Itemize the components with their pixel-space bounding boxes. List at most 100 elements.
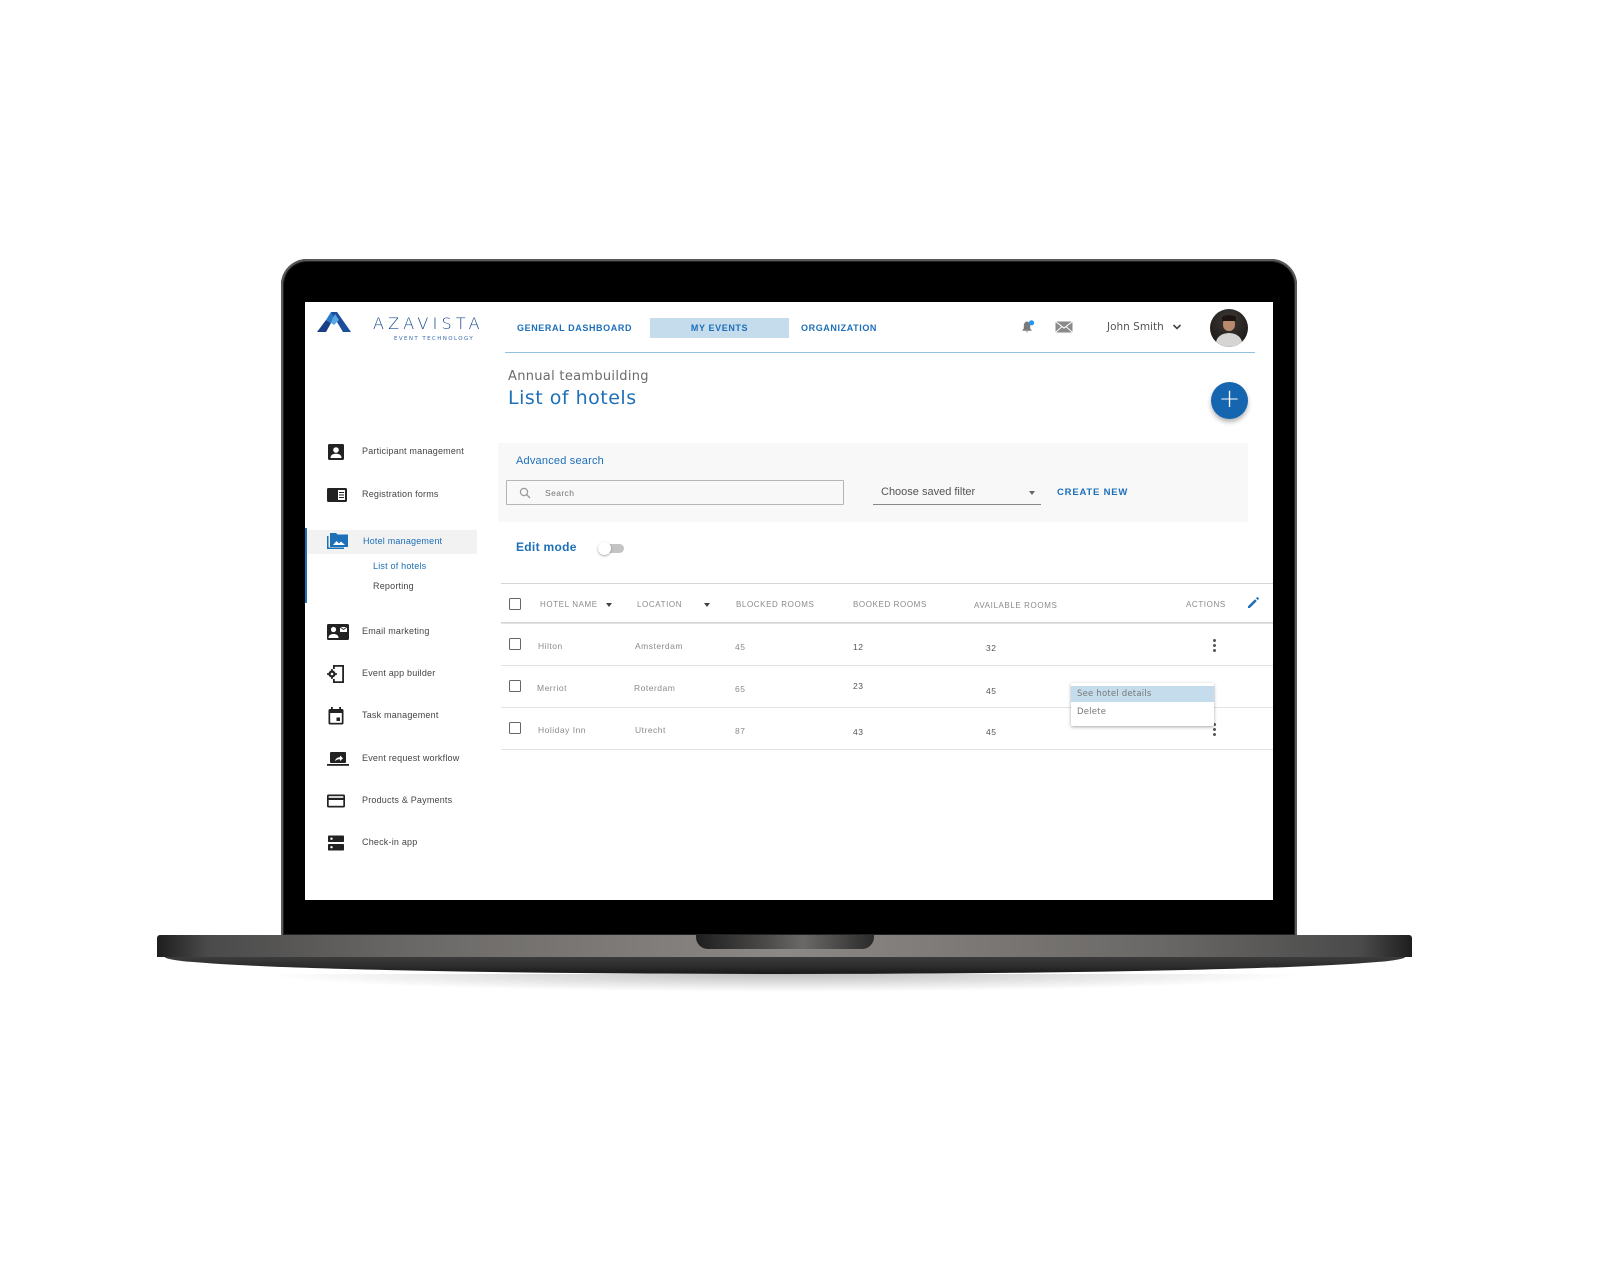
pencil-icon[interactable] bbox=[1246, 596, 1260, 610]
row-checkbox[interactable] bbox=[509, 638, 521, 650]
chevron-down-icon[interactable] bbox=[1171, 321, 1183, 333]
sidebar-item-label: Check-in app bbox=[362, 837, 418, 847]
sidebar-subitem-list-of-hotels[interactable]: List of hotels bbox=[373, 561, 426, 571]
search-input[interactable] bbox=[545, 484, 835, 502]
cell-booked-rooms: 43 bbox=[853, 727, 864, 737]
app-screen: AZAVISTA EVENT TECHNOLOGY GENERAL DASHBO… bbox=[305, 302, 1273, 900]
search-icon bbox=[519, 487, 531, 499]
event-name: Annual teambuilding bbox=[508, 369, 649, 384]
tab-organization[interactable]: ORGANIZATION bbox=[789, 318, 889, 338]
menu-item-see-hotel-details[interactable]: See hotel details bbox=[1071, 686, 1214, 702]
azavista-logo-icon bbox=[317, 312, 351, 332]
mail-icon[interactable] bbox=[1055, 321, 1073, 333]
add-hotel-button[interactable]: + bbox=[1211, 382, 1248, 419]
cell-hotel-name: Holiday Inn bbox=[538, 725, 587, 735]
row-checkbox[interactable] bbox=[509, 680, 521, 692]
cell-available-rooms: 45 bbox=[986, 727, 997, 737]
laptop-base-lip bbox=[165, 957, 1405, 974]
sidebar-item-label: Task management bbox=[362, 710, 439, 720]
form-icon bbox=[327, 488, 347, 502]
row-actions-menu: See hotel details Delete bbox=[1071, 683, 1214, 726]
column-header-location[interactable]: LOCATION bbox=[637, 600, 711, 609]
sidebar-item-check-in-app[interactable]: Check-in app bbox=[305, 831, 477, 855]
advanced-search-panel: Advanced search Choose saved filter CREA… bbox=[498, 443, 1248, 522]
laptop-notch bbox=[696, 935, 874, 949]
cell-booked-rooms: 12 bbox=[853, 642, 864, 652]
column-header-actions: ACTIONS bbox=[1186, 600, 1226, 609]
column-header-blocked-rooms: BLOCKED ROOMS bbox=[736, 600, 815, 609]
sidebar-item-participant-management[interactable]: Participant management bbox=[305, 440, 477, 464]
select-all-checkbox[interactable] bbox=[509, 598, 521, 610]
menu-item-delete[interactable]: Delete bbox=[1071, 704, 1214, 720]
column-header-hotel-name[interactable]: HOTEL NAME bbox=[540, 600, 612, 609]
cell-blocked-rooms: 87 bbox=[735, 726, 746, 736]
nav-divider bbox=[505, 352, 1255, 353]
sidebar-subitem-reporting[interactable]: Reporting bbox=[373, 581, 414, 591]
laptop-share-icon bbox=[327, 752, 349, 766]
photo-folder-icon bbox=[327, 533, 348, 549]
cell-available-rooms: 32 bbox=[986, 643, 997, 653]
contact-mail-icon bbox=[327, 624, 349, 640]
top-navigation: GENERAL DASHBOARD MY EVENTS ORGANIZATION bbox=[505, 318, 889, 338]
table-header-row: HOTEL NAME LOCATION BLOCKED ROOMS BOOKED… bbox=[501, 583, 1273, 623]
account-box-icon bbox=[328, 444, 344, 460]
sidebar-item-hotel-management[interactable]: Hotel management bbox=[305, 530, 477, 554]
create-new-filter-button[interactable]: CREATE NEW bbox=[1057, 487, 1128, 498]
cell-blocked-rooms: 65 bbox=[735, 684, 746, 694]
cell-hotel-name: Merriot bbox=[537, 683, 567, 693]
user-name[interactable]: John Smith bbox=[1107, 321, 1164, 333]
edit-mode-label: Edit mode bbox=[516, 540, 577, 554]
column-header-available-rooms: AVAILABLE ROOMS bbox=[974, 601, 1058, 610]
cell-location: Utrecht bbox=[635, 725, 666, 735]
cell-available-rooms: 45 bbox=[986, 686, 997, 696]
avatar-body bbox=[1216, 333, 1242, 347]
sort-caret-icon[interactable] bbox=[704, 602, 711, 607]
laptop-shadow bbox=[260, 974, 1310, 992]
column-header-label: LOCATION bbox=[637, 600, 683, 609]
column-header-booked-rooms: BOOKED ROOMS bbox=[853, 600, 927, 609]
calendar-icon bbox=[328, 707, 344, 725]
sidebar-item-registration-forms[interactable]: Registration forms bbox=[305, 483, 477, 507]
advanced-search-link[interactable]: Advanced search bbox=[516, 455, 604, 467]
app-settings-icon bbox=[327, 665, 344, 683]
edit-mode-toggle[interactable] bbox=[598, 542, 624, 555]
brand-tagline: EVENT TECHNOLOGY bbox=[394, 336, 475, 342]
user-avatar[interactable] bbox=[1210, 309, 1248, 347]
saved-filter-select[interactable]: Choose saved filter bbox=[873, 480, 1041, 505]
sidebar-item-label: Event app builder bbox=[362, 668, 436, 678]
cell-blocked-rooms: 45 bbox=[735, 642, 746, 652]
avatar-hair bbox=[1222, 315, 1236, 321]
column-header-label: HOTEL NAME bbox=[540, 600, 598, 609]
sidebar-item-email-marketing[interactable]: Email marketing bbox=[305, 620, 477, 644]
dns-icon bbox=[328, 835, 344, 851]
search-field[interactable] bbox=[506, 480, 844, 505]
toggle-knob bbox=[598, 542, 611, 555]
sort-caret-icon[interactable] bbox=[605, 602, 612, 607]
credit-card-icon bbox=[327, 794, 345, 808]
sidebar-item-event-request-workflow[interactable]: Event request workflow bbox=[305, 747, 477, 771]
tab-general-dashboard[interactable]: GENERAL DASHBOARD bbox=[505, 318, 650, 338]
sidebar-item-label: Products & Payments bbox=[362, 795, 453, 805]
cell-location: Amsterdam bbox=[635, 641, 683, 651]
sidebar-item-products-payments[interactable]: Products & Payments bbox=[305, 789, 477, 813]
sidebar-item-label: Participant management bbox=[362, 446, 464, 456]
row-checkbox[interactable] bbox=[509, 722, 521, 734]
sidebar-item-event-app-builder[interactable]: Event app builder bbox=[305, 662, 477, 686]
cell-booked-rooms: 23 bbox=[853, 681, 864, 691]
saved-filter-value: Choose saved filter bbox=[881, 486, 976, 498]
sidebar-item-task-management[interactable]: Task management bbox=[305, 704, 477, 728]
cell-hotel-name: Hilton bbox=[538, 641, 563, 651]
bell-icon[interactable] bbox=[1021, 320, 1035, 334]
cell-location: Roterdam bbox=[634, 683, 676, 693]
row-actions-menu-icon[interactable] bbox=[1210, 639, 1218, 653]
sidebar-item-label: Email marketing bbox=[362, 626, 430, 636]
sidebar-item-label: Registration forms bbox=[362, 489, 439, 499]
table-bottom-border bbox=[501, 749, 1273, 750]
tab-my-events[interactable]: MY EVENTS bbox=[650, 318, 789, 338]
table-row[interactable]: Hilton Amsterdam 45 12 32 bbox=[501, 623, 1273, 665]
brand-logo[interactable]: AZAVISTA EVENT TECHNOLOGY bbox=[317, 312, 480, 342]
brand-name: AZAVISTA bbox=[373, 314, 484, 333]
sidebar-item-label: Hotel management bbox=[363, 536, 443, 546]
sidebar-item-label: Event request workflow bbox=[362, 753, 460, 763]
page-title: List of hotels bbox=[508, 387, 637, 409]
